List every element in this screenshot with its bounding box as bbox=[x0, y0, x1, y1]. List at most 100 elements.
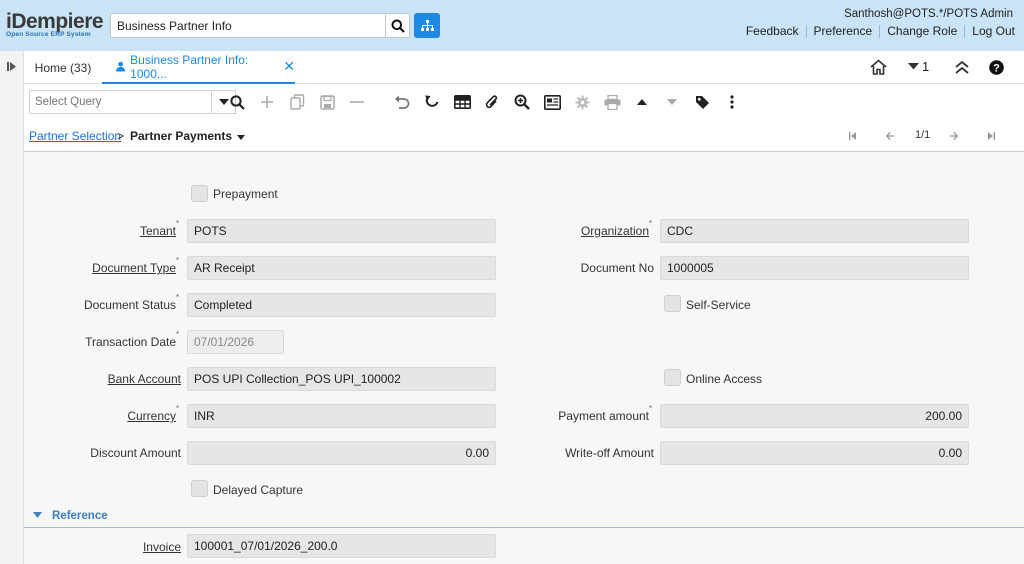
required-marker: * bbox=[176, 256, 180, 265]
expand-panel-icon[interactable] bbox=[7, 62, 16, 71]
detail-record-button[interactable] bbox=[662, 92, 682, 112]
new-record-button[interactable] bbox=[257, 92, 277, 112]
required-marker: * bbox=[176, 404, 180, 413]
undo-icon bbox=[395, 95, 410, 109]
gear-icon bbox=[575, 95, 589, 109]
required-marker: * bbox=[176, 293, 180, 302]
tab-home[interactable]: Home (33) bbox=[24, 51, 102, 84]
window-count: 1 bbox=[922, 59, 930, 74]
document-status-field[interactable]: Completed bbox=[187, 293, 496, 317]
last-record-icon[interactable] bbox=[988, 132, 995, 140]
currency-label[interactable]: Currency bbox=[127, 409, 176, 423]
delayed-capture-label: Delayed Capture bbox=[213, 483, 304, 497]
header-links: Feedback Preference Change Role Log Out bbox=[739, 25, 1015, 38]
global-search bbox=[110, 13, 410, 38]
self-service-checkbox[interactable] bbox=[664, 295, 681, 312]
caret-up-icon bbox=[637, 99, 647, 105]
zoom-across-button[interactable] bbox=[512, 92, 532, 112]
caret-down-icon bbox=[908, 63, 919, 70]
west-panel-toggle-strip bbox=[0, 51, 24, 564]
report-button[interactable] bbox=[542, 92, 562, 112]
tenant-label[interactable]: Tenant bbox=[140, 224, 176, 238]
required-marker: * bbox=[176, 219, 180, 228]
next-record-icon[interactable] bbox=[950, 132, 958, 140]
find-button[interactable] bbox=[227, 92, 247, 112]
bank-account-label[interactable]: Bank Account bbox=[108, 372, 181, 386]
invoice-label[interactable]: Invoice bbox=[143, 540, 181, 554]
process-button[interactable] bbox=[572, 92, 592, 112]
collapse-section-icon bbox=[33, 512, 42, 518]
toggle-grid-button[interactable] bbox=[452, 92, 472, 112]
organization-label[interactable]: Organization bbox=[581, 224, 649, 238]
save-button[interactable] bbox=[317, 92, 337, 112]
delayed-capture-checkbox[interactable] bbox=[191, 480, 208, 497]
prepayment-label: Prepayment bbox=[213, 187, 278, 201]
online-access-label: Online Access bbox=[686, 372, 763, 386]
document-no-field[interactable]: 1000005 bbox=[660, 256, 969, 280]
copy-record-button[interactable] bbox=[287, 92, 307, 112]
logout-link[interactable]: Log Out bbox=[965, 25, 1015, 38]
online-access-checkbox[interactable] bbox=[664, 369, 681, 386]
window-tabs: Home (33) Business Partner Info: 1000...… bbox=[24, 51, 1024, 84]
invoice-field[interactable]: 100001_07/01/2026_200.0 bbox=[187, 534, 496, 558]
save-icon bbox=[319, 94, 335, 110]
tab-business-partner-info[interactable]: Business Partner Info: 1000... ✕ bbox=[102, 51, 295, 84]
tenant-field[interactable]: POTS bbox=[187, 219, 496, 243]
printer-icon bbox=[604, 94, 620, 110]
close-tab-icon[interactable]: ✕ bbox=[283, 58, 295, 75]
organization-field[interactable]: CDC bbox=[660, 219, 969, 243]
grid-icon bbox=[453, 95, 471, 109]
first-record-icon[interactable] bbox=[849, 132, 856, 140]
delete-button[interactable] bbox=[347, 92, 367, 112]
record-position: 1/1 bbox=[915, 129, 931, 141]
feedback-link[interactable]: Feedback bbox=[739, 25, 807, 38]
undo-button[interactable] bbox=[392, 92, 412, 112]
preference-link[interactable]: Preference bbox=[807, 25, 881, 38]
search-icon bbox=[229, 94, 245, 110]
logo-text: iDempiere bbox=[6, 10, 104, 33]
required-marker: * bbox=[649, 219, 653, 228]
refresh-button[interactable] bbox=[422, 92, 442, 112]
currency-field[interactable]: INR bbox=[187, 404, 496, 428]
write-off-amount-label: Write-off Amount bbox=[565, 446, 654, 460]
tab-home-label: Home (33) bbox=[34, 60, 92, 75]
transaction-date-field[interactable]: 07/01/2026 bbox=[187, 330, 284, 354]
bank-account-field[interactable]: POS UPI Collection_POS UPI_100002 bbox=[187, 367, 496, 391]
change-role-link[interactable]: Change Role bbox=[880, 25, 966, 38]
write-off-amount-field[interactable]: 0.00 bbox=[660, 441, 969, 465]
attachment-button[interactable] bbox=[482, 92, 502, 112]
document-status-label: Document Status bbox=[83, 298, 176, 312]
minus-icon bbox=[350, 101, 364, 103]
window-toolbar bbox=[24, 84, 1024, 120]
query-select-input[interactable] bbox=[30, 91, 185, 113]
search-button[interactable] bbox=[385, 14, 409, 37]
parent-record-button[interactable] bbox=[632, 92, 652, 112]
breadcrumb-separator: > bbox=[117, 129, 125, 143]
user-role-label: Santhosh@POTS.*/POTS Admin bbox=[844, 8, 1013, 20]
home-icon[interactable] bbox=[870, 59, 887, 75]
previous-record-icon[interactable] bbox=[886, 132, 894, 140]
document-type-label[interactable]: Document Type bbox=[92, 261, 176, 275]
breadcrumb-parent-link[interactable]: Partner Selection bbox=[29, 129, 121, 143]
payment-amount-field[interactable]: 200.00 bbox=[660, 404, 969, 428]
required-marker: * bbox=[176, 330, 180, 339]
tag-button[interactable] bbox=[692, 92, 712, 112]
collapse-up-icon[interactable] bbox=[955, 61, 969, 74]
query-select[interactable] bbox=[29, 90, 212, 114]
prepayment-checkbox[interactable] bbox=[191, 185, 208, 202]
record-form: Prepayment Tenant * POTS Organization * … bbox=[24, 152, 1024, 564]
breadcrumb-current[interactable]: Partner Payments bbox=[130, 129, 246, 143]
help-icon[interactable]: ? bbox=[989, 60, 1004, 75]
global-search-input[interactable] bbox=[111, 14, 387, 37]
idempiere-logo[interactable]: iDempiere Open Source ERP System bbox=[6, 11, 108, 39]
caret-down-icon bbox=[237, 135, 246, 140]
menu-tree-button[interactable] bbox=[414, 13, 440, 38]
reference-section-header[interactable]: Reference bbox=[24, 508, 1024, 528]
window-count-dropdown[interactable]: 1 bbox=[908, 59, 929, 74]
print-button[interactable] bbox=[602, 92, 622, 112]
more-options-button[interactable] bbox=[722, 92, 742, 112]
breadcrumb: Partner Selection > Partner Payments 1/1 bbox=[24, 120, 1024, 152]
document-type-field[interactable]: AR Receipt bbox=[187, 256, 496, 280]
discount-amount-field[interactable]: 0.00 bbox=[187, 441, 496, 465]
copy-icon bbox=[289, 94, 304, 110]
